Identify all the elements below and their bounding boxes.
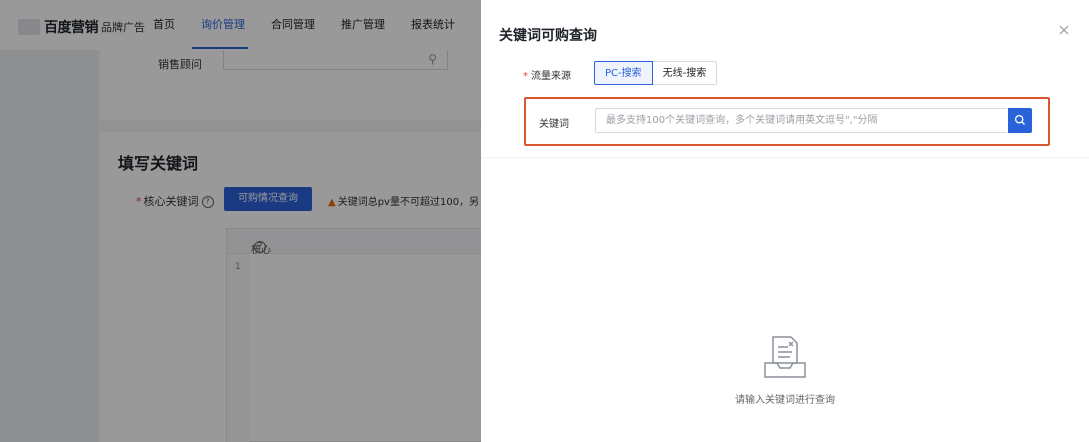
keyword-search-button[interactable]: [1008, 108, 1032, 133]
required-star: *: [523, 71, 528, 82]
keyword-input[interactable]: 最多支持100个关键词查询，多个关键词请用英文逗号","分隔: [595, 108, 1007, 133]
drawer-divider: [481, 157, 1089, 158]
keyword-availability-drawer: 关键词可购查询 * 流量来源 PC-搜索 无线-搜索 关键词 最多支持100个关键…: [481, 0, 1089, 442]
traffic-source-group: PC-搜索 无线-搜索: [594, 61, 718, 85]
search-icon: [1014, 114, 1025, 125]
empty-state-text: 请输入关键词进行查询: [735, 395, 835, 406]
empty-state: 请输入关键词进行查询: [700, 333, 870, 406]
traffic-source-label: * 流量来源: [523, 67, 571, 82]
drawer-title: 关键词可购查询: [499, 28, 597, 44]
keyword-label: 关键词: [539, 119, 569, 130]
traffic-source-label-text: 流量来源: [531, 71, 571, 82]
close-icon[interactable]: [1057, 22, 1071, 36]
source-option-mobile-search[interactable]: 无线-搜索: [652, 61, 718, 85]
source-option-pc-search[interactable]: PC-搜索: [594, 61, 653, 85]
empty-inbox-icon: [764, 336, 806, 378]
